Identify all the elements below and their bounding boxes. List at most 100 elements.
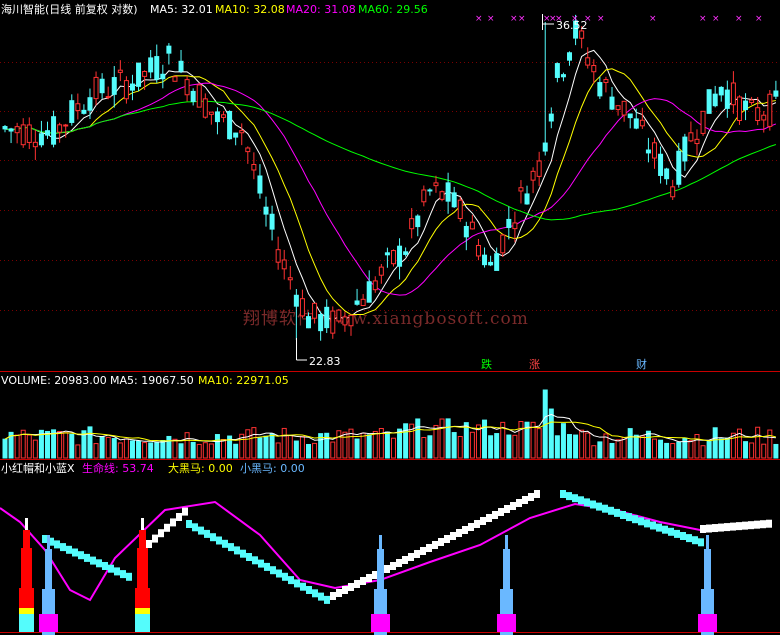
volume-bar	[281, 427, 287, 459]
candle-body	[275, 249, 281, 263]
top-x-marker: ×	[571, 14, 579, 24]
volume-bar	[755, 426, 761, 459]
volume-bar	[117, 442, 123, 459]
candle-body	[342, 316, 348, 326]
candle-body	[123, 80, 129, 100]
volume-bar	[293, 440, 299, 459]
indicator-cyan-step	[222, 539, 228, 548]
indicator-cyan-step	[614, 508, 620, 517]
candle-body	[658, 153, 664, 176]
indicator-white-step	[742, 521, 748, 530]
watermark: 翔博软件 www.xiangbosoft.com	[243, 309, 529, 329]
candle-body	[245, 147, 251, 153]
volume-bar	[658, 439, 664, 459]
volume-bar	[639, 435, 645, 459]
indicator-white-step	[730, 522, 736, 531]
indicator-cyan-step	[84, 553, 90, 562]
candle-body	[324, 306, 330, 329]
volume-bar	[75, 444, 81, 459]
candle-body	[730, 82, 736, 106]
top-x-marker: ×	[518, 14, 526, 24]
candle-body	[482, 254, 488, 266]
candle-body	[530, 170, 536, 181]
indicator-cyan-step	[198, 526, 204, 535]
low-annotation: 22.83	[296, 338, 341, 368]
moving-average-lines	[4, 49, 777, 321]
candle-body	[2, 126, 8, 130]
candle-body	[743, 100, 749, 111]
volume-bars	[2, 389, 779, 459]
indicator-cyan-step	[276, 569, 282, 578]
candle-body	[287, 277, 293, 281]
tower-tip	[47, 535, 50, 549]
indicator-cyan-step	[584, 498, 590, 507]
tower-magenta	[497, 614, 516, 632]
indicator-cyan-step	[186, 520, 192, 528]
candle-body	[694, 138, 700, 145]
indicator-cyan-step	[620, 511, 626, 519]
indicator-cyan-step	[114, 567, 120, 576]
volume-bar	[360, 432, 366, 459]
indicator-cyan-step	[632, 515, 638, 524]
candle-body	[208, 111, 214, 115]
indicator-cyan-step	[228, 543, 234, 552]
candle-body	[579, 30, 585, 39]
volume-bar	[512, 434, 518, 459]
volume-bar	[403, 423, 409, 459]
volume-bar	[670, 443, 676, 459]
candle-body	[548, 113, 554, 122]
top-x-marker: ×	[735, 14, 743, 24]
candle-body	[348, 314, 354, 327]
indicator-white-step	[468, 523, 474, 531]
indicator-cyan-step	[294, 579, 300, 588]
indicator-cyan-step	[108, 564, 114, 573]
volume-bar	[743, 441, 749, 459]
tower-tip	[505, 535, 508, 549]
volume-bar	[700, 445, 706, 459]
candle-body	[20, 124, 26, 146]
candle-body	[154, 56, 160, 80]
tower-tip	[141, 518, 144, 530]
candle-body	[536, 160, 542, 177]
indicator-white-step	[342, 586, 348, 594]
tower-body	[503, 549, 510, 589]
volume-bar	[154, 442, 160, 459]
volume-bar	[463, 422, 469, 459]
candle-body	[263, 206, 269, 215]
candle-body	[494, 253, 500, 271]
tower-magenta	[371, 614, 390, 632]
indicator-cyan-step	[60, 543, 66, 552]
tower-yellow	[135, 608, 150, 614]
indicator-white-step	[348, 583, 354, 591]
volume-bar	[123, 438, 129, 459]
candle-body	[105, 96, 111, 99]
indicator-white-step	[516, 499, 522, 507]
indicator-white-step	[766, 519, 772, 528]
signal-tower	[135, 518, 150, 632]
candle-body	[111, 77, 117, 95]
candle-body	[463, 225, 469, 238]
indicator-series	[0, 490, 772, 635]
volume-bar	[87, 426, 93, 459]
indicator-cyan-step	[120, 570, 126, 579]
candle-body	[767, 93, 773, 127]
volume-bar	[579, 429, 585, 459]
ma10-label: MA10: 32.08	[215, 3, 285, 16]
candle-body	[712, 93, 718, 107]
candle-body	[378, 266, 384, 276]
indicator-white-step	[534, 490, 540, 498]
tower-cyan	[135, 614, 150, 632]
volume-bar	[148, 442, 154, 459]
indicator-white-step	[462, 526, 468, 534]
candle-body	[560, 74, 566, 78]
volume-bar	[214, 434, 220, 459]
candle-body	[354, 300, 360, 305]
indicator-white-step	[504, 505, 510, 513]
candle-body	[645, 149, 651, 154]
indicator-white-step	[164, 523, 170, 532]
volume-bar	[384, 431, 390, 459]
volume-bar	[105, 436, 111, 459]
candle-body	[306, 316, 311, 329]
top-x-marker: ×	[584, 14, 592, 24]
volume-ma10-line	[4, 421, 777, 442]
